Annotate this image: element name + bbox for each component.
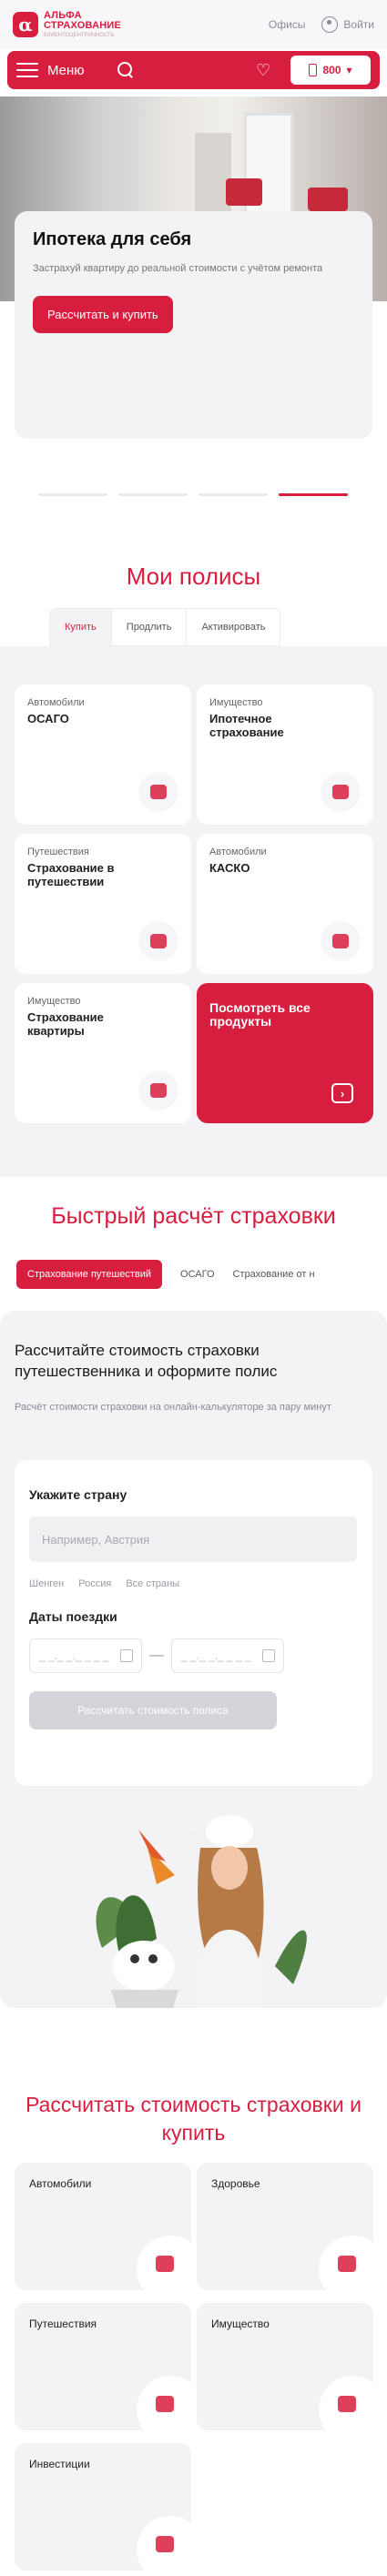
burger-icon[interactable] xyxy=(16,63,38,77)
chevron-down-icon: ▾ xyxy=(346,64,352,76)
all-products-label: Посмотреть все продукты xyxy=(209,1000,311,1029)
tab-activate[interactable]: Активировать xyxy=(187,609,280,645)
calculate-policy-button[interactable]: Рассчитать стоимость полиса xyxy=(29,1691,277,1729)
dates-row: _ _._ _._ _ _ _ — _ _._ _._ _ _ _ xyxy=(29,1638,358,1673)
girl-with-toy-illustration xyxy=(96,1815,307,2008)
product-name: Автомобили xyxy=(29,2177,92,2190)
top-bar: α АЛЬФА СТРАХОВАНИЕ КЛИЕНТОЦЕНТРИЧНОСТЬ … xyxy=(0,0,387,49)
phone-label: 800 xyxy=(322,64,341,76)
product-name: Инвестиции xyxy=(29,2458,90,2470)
suitcase-icon xyxy=(138,921,178,961)
country-chip-schengen[interactable]: Шенген xyxy=(29,1578,64,1589)
date-from-placeholder: _ _._ _._ _ _ _ xyxy=(39,1649,109,1662)
policies-tabs: Купить Продлить Активировать xyxy=(49,608,281,646)
logo-tagline: КЛИЕНТОЦЕНТРИЧНОСТЬ xyxy=(44,33,115,38)
house-icon xyxy=(138,1070,178,1111)
calc-tabs: Страхование путешествий ОСАГО Страховани… xyxy=(16,1257,387,1292)
coins-icon xyxy=(137,2516,191,2571)
policy-category: Автомобили xyxy=(209,847,267,857)
carousel-dot[interactable] xyxy=(38,493,107,496)
date-to-placeholder: _ _._ _._ _ _ _ xyxy=(181,1649,251,1662)
logo-mark: α xyxy=(13,12,38,37)
product-card-property[interactable]: Имущество xyxy=(197,2303,373,2430)
phone-button[interactable]: 800 ▾ xyxy=(290,56,371,85)
policy-name: КАСКО xyxy=(209,861,250,875)
policy-card-apartment[interactable]: Имущество Страхование квартиры xyxy=(15,983,191,1123)
offices-link[interactable]: Офисы xyxy=(269,18,306,31)
heart-icon xyxy=(319,2236,373,2290)
car-icon xyxy=(321,921,361,961)
policy-card-kasko[interactable]: Автомобили КАСКО xyxy=(197,834,373,974)
tab-osago[interactable]: ОСАГО xyxy=(180,1269,215,1280)
policy-card-travel[interactable]: Путешествия Страхование в путешествии xyxy=(15,834,191,974)
logo-text: АЛЬФА СТРАХОВАНИЕ КЛИЕНТОЦЕНТРИЧНОСТЬ xyxy=(44,11,122,39)
policies-title: Мои полисы xyxy=(126,563,261,590)
car-icon xyxy=(137,2236,191,2290)
product-name: Имущество xyxy=(211,2317,270,2330)
calc-heading: Рассчитайте стоимость страховки путешест… xyxy=(15,1342,278,1380)
quick-countries: Шенген Россия Все страны xyxy=(29,1578,358,1589)
policy-category: Путешествия xyxy=(27,847,89,857)
product-card-investments[interactable]: Инвестиции xyxy=(15,2443,191,2571)
menu-button[interactable]: Меню xyxy=(47,63,85,78)
product-card-health[interactable]: Здоровье xyxy=(197,2163,373,2290)
suitcase-icon xyxy=(137,2376,191,2430)
calendar-icon xyxy=(120,1649,133,1662)
user-icon xyxy=(321,16,339,33)
carousel-dot-active[interactable] xyxy=(279,493,348,496)
hero-title: Ипотека для себя xyxy=(33,229,192,249)
tab-travel-insurance[interactable]: Страхование путешествий xyxy=(16,1260,163,1289)
date-to-field[interactable]: _ _._ _._ _ _ _ xyxy=(171,1638,284,1673)
tab-buy[interactable]: Купить xyxy=(50,609,112,645)
policy-category: Автомобили xyxy=(27,697,85,708)
login-label: Войти xyxy=(343,18,374,31)
date-from-field[interactable]: _ _._ _._ _ _ _ xyxy=(29,1638,142,1673)
policy-name: Страхование в путешествии xyxy=(27,861,115,888)
phone-icon xyxy=(309,64,318,76)
country-chip-russia[interactable]: Россия xyxy=(78,1578,111,1589)
tab-accident-insurance[interactable]: Страхование от н xyxy=(233,1269,315,1280)
house-icon xyxy=(319,2376,373,2430)
country-label: Укажите страну xyxy=(29,1487,127,1502)
all-products-card[interactable]: Посмотреть все продукты › xyxy=(197,983,373,1123)
hero-card: Ипотека для себя Застрахуй квартиру до р… xyxy=(15,211,372,439)
country-input[interactable] xyxy=(29,1516,357,1562)
car-icon xyxy=(138,772,178,812)
product-name: Здоровье xyxy=(211,2177,260,2190)
house-icon xyxy=(321,772,361,812)
date-separator: — xyxy=(149,1648,164,1663)
product-card-travel[interactable]: Путешествия xyxy=(15,2303,191,2430)
carousel-dot[interactable] xyxy=(118,493,188,496)
top-links: Офисы Войти xyxy=(269,16,374,33)
product-name: Путешествия xyxy=(29,2317,97,2330)
policy-name: Ипотечное страхование xyxy=(209,712,284,739)
logo-line-2: СТРАХОВАНИЕ xyxy=(44,20,122,31)
hero-text: Застрахуй квартиру до реальной стоимости… xyxy=(33,263,323,274)
login-link[interactable]: Войти xyxy=(321,16,374,33)
calendar-icon xyxy=(262,1649,275,1662)
search-icon[interactable] xyxy=(117,62,134,78)
policy-category: Имущество xyxy=(209,697,263,708)
policy-name: Страхование квартиры xyxy=(27,1010,104,1038)
products-title: Рассчитать стоимость страховки и купить xyxy=(25,2093,362,2145)
dates-label: Даты поездки xyxy=(29,1609,117,1624)
heart-icon[interactable]: ♡ xyxy=(256,62,276,78)
calc-subheading: Расчёт стоимости страховки на онлайн-кал… xyxy=(15,1402,331,1413)
country-chip-all[interactable]: Все страны xyxy=(126,1578,179,1589)
arrow-right-icon: › xyxy=(331,1083,353,1103)
policy-card-osago[interactable]: Автомобили ОСАГО xyxy=(15,685,191,825)
carousel-pagination xyxy=(38,493,348,496)
menu-bar: Меню ♡ 800 ▾ xyxy=(7,51,380,89)
policy-category: Имущество xyxy=(27,996,81,1007)
product-card-auto[interactable]: Автомобили xyxy=(15,2163,191,2290)
company-logo[interactable]: α АЛЬФА СТРАХОВАНИЕ КЛИЕНТОЦЕНТРИЧНОСТЬ xyxy=(13,11,121,38)
calculate-and-buy-button[interactable]: Рассчитать и купить xyxy=(33,296,173,333)
quick-calc-title: Быстрый расчёт страховки xyxy=(51,1203,336,1229)
policy-name: ОСАГО xyxy=(27,712,69,725)
tab-renew[interactable]: Продлить xyxy=(112,609,188,645)
carousel-dot[interactable] xyxy=(199,493,268,496)
travel-calc-form: Укажите страну Шенген Россия Все страны … xyxy=(15,1460,372,1786)
policy-card-mortgage[interactable]: Имущество Ипотечное страхование xyxy=(197,685,373,825)
